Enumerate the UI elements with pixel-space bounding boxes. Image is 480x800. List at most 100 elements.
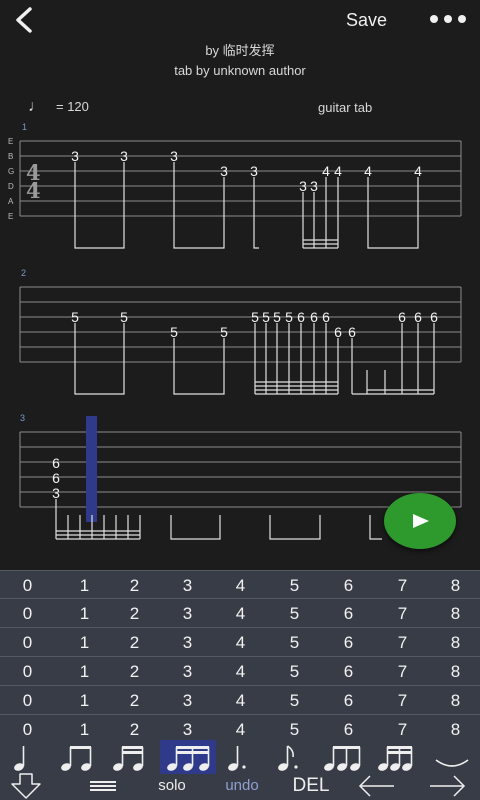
- tie-icon[interactable]: [432, 740, 472, 774]
- fret-key-8[interactable]: 8: [429, 686, 480, 715]
- fret-number[interactable]: 3: [120, 148, 128, 164]
- fret-number[interactable]: 3: [220, 163, 228, 179]
- fret-number[interactable]: 3: [52, 485, 60, 501]
- fret-number[interactable]: 5: [251, 309, 259, 325]
- menu-lines-icon[interactable]: [88, 772, 118, 800]
- fret-number[interactable]: 5: [71, 309, 79, 325]
- solo-button[interactable]: solo: [148, 772, 196, 800]
- four-sixteenths-icon[interactable]: [160, 740, 216, 774]
- fret-key-1[interactable]: 1: [58, 686, 111, 715]
- fret-key-5[interactable]: 5: [268, 571, 321, 600]
- more-options-icon[interactable]: [428, 10, 468, 30]
- quarter-note-icon: ♩: [28, 98, 44, 115]
- fret-number[interactable]: 3: [310, 178, 318, 194]
- undo-button[interactable]: undo: [216, 772, 268, 800]
- save-button[interactable]: Save: [346, 10, 387, 31]
- fret-key-1[interactable]: 1: [58, 571, 111, 600]
- fret-number[interactable]: 6: [310, 309, 318, 325]
- fret-number[interactable]: 6: [52, 455, 60, 471]
- fret-key-5[interactable]: 5: [268, 628, 321, 657]
- fret-number[interactable]: 5: [273, 309, 281, 325]
- edit-cursor[interactable]: [86, 416, 97, 522]
- fret-number[interactable]: 5: [120, 309, 128, 325]
- fret-key-4[interactable]: 4: [214, 686, 267, 715]
- dotted-eighth-icon[interactable]: [272, 740, 306, 774]
- fret-key-8[interactable]: 8: [429, 571, 480, 600]
- back-arrow-icon[interactable]: [10, 6, 38, 34]
- fret-key-3[interactable]: 3: [161, 571, 214, 600]
- tab-score[interactable]: 1 2 3 E B G D A E 4 4 3 3 3 3 3 3 3 4 4 …: [0, 115, 480, 555]
- fret-key-0[interactable]: 0: [1, 571, 54, 600]
- fret-key-2[interactable]: 2: [108, 657, 161, 686]
- fret-key-3[interactable]: 3: [161, 599, 214, 628]
- fret-number[interactable]: 5: [170, 324, 178, 340]
- two-sixteenths-icon[interactable]: [110, 740, 148, 774]
- fret-key-7[interactable]: 7: [376, 657, 429, 686]
- fret-number[interactable]: 6: [334, 324, 342, 340]
- fret-number[interactable]: 3: [299, 178, 307, 194]
- triplet-eighths-icon[interactable]: [320, 740, 366, 774]
- fret-number[interactable]: 3: [250, 163, 258, 179]
- arrow-down-icon[interactable]: [8, 772, 44, 800]
- fret-key-7[interactable]: 7: [376, 686, 429, 715]
- fret-key-6[interactable]: 6: [322, 599, 375, 628]
- fret-key-7[interactable]: 7: [376, 628, 429, 657]
- arrow-right-icon[interactable]: [428, 772, 468, 800]
- sixteenth-group-icon[interactable]: [374, 740, 418, 774]
- time-signature-bottom: 4: [26, 178, 41, 203]
- fret-key-4[interactable]: 4: [214, 599, 267, 628]
- fret-key-0[interactable]: 0: [1, 686, 54, 715]
- fret-key-8[interactable]: 8: [429, 657, 480, 686]
- fret-key-6[interactable]: 6: [322, 571, 375, 600]
- delete-button[interactable]: DEL: [284, 772, 338, 800]
- two-eighths-icon[interactable]: [58, 740, 96, 774]
- play-button[interactable]: [384, 493, 456, 549]
- fret-key-4[interactable]: 4: [214, 628, 267, 657]
- fret-key-6[interactable]: 6: [322, 657, 375, 686]
- arrow-left-icon[interactable]: [356, 772, 396, 800]
- fret-number[interactable]: 6: [398, 309, 406, 325]
- fret-key-3[interactable]: 3: [161, 657, 214, 686]
- fret-key-6[interactable]: 6: [322, 686, 375, 715]
- fret-number[interactable]: 6: [52, 470, 60, 486]
- fret-key-7[interactable]: 7: [376, 599, 429, 628]
- fret-key-2[interactable]: 2: [108, 599, 161, 628]
- fret-key-2[interactable]: 2: [108, 628, 161, 657]
- dotted-quarter-icon[interactable]: [222, 740, 256, 774]
- fret-number[interactable]: 3: [170, 148, 178, 164]
- fret-key-0[interactable]: 0: [1, 628, 54, 657]
- fret-number[interactable]: 4: [364, 163, 372, 179]
- fret-key-3[interactable]: 3: [161, 686, 214, 715]
- fret-key-1[interactable]: 1: [58, 599, 111, 628]
- fret-key-2[interactable]: 2: [108, 686, 161, 715]
- fret-number[interactable]: 3: [71, 148, 79, 164]
- fret-number[interactable]: 5: [285, 309, 293, 325]
- fret-key-1[interactable]: 1: [58, 628, 111, 657]
- fret-key-5[interactable]: 5: [268, 599, 321, 628]
- fret-number[interactable]: 6: [414, 309, 422, 325]
- fret-key-7[interactable]: 7: [376, 571, 429, 600]
- fret-key-3[interactable]: 3: [161, 628, 214, 657]
- fret-number[interactable]: 5: [262, 309, 270, 325]
- fret-key-8[interactable]: 8: [429, 599, 480, 628]
- fret-key-4[interactable]: 4: [214, 571, 267, 600]
- fret-number[interactable]: 6: [430, 309, 438, 325]
- fret-number[interactable]: 6: [322, 309, 330, 325]
- fret-key-6[interactable]: 6: [322, 628, 375, 657]
- quarter-note-icon[interactable]: [8, 740, 38, 774]
- fret-number[interactable]: 6: [348, 324, 356, 340]
- fret-key-1[interactable]: 1: [58, 657, 111, 686]
- fret-key-8[interactable]: 8: [429, 628, 480, 657]
- fret-key-0[interactable]: 0: [1, 657, 54, 686]
- keypad-row: 0 1 2 3 4 5 6 7 8: [0, 627, 480, 656]
- fret-key-2[interactable]: 2: [108, 571, 161, 600]
- fret-number[interactable]: 4: [334, 163, 342, 179]
- fret-number[interactable]: 4: [414, 163, 422, 179]
- fret-key-0[interactable]: 0: [1, 599, 54, 628]
- fret-number[interactable]: 5: [220, 324, 228, 340]
- fret-key-5[interactable]: 5: [268, 657, 321, 686]
- fret-number[interactable]: 6: [297, 309, 305, 325]
- fret-key-5[interactable]: 5: [268, 686, 321, 715]
- fret-number[interactable]: 4: [322, 163, 330, 179]
- fret-key-4[interactable]: 4: [214, 657, 267, 686]
